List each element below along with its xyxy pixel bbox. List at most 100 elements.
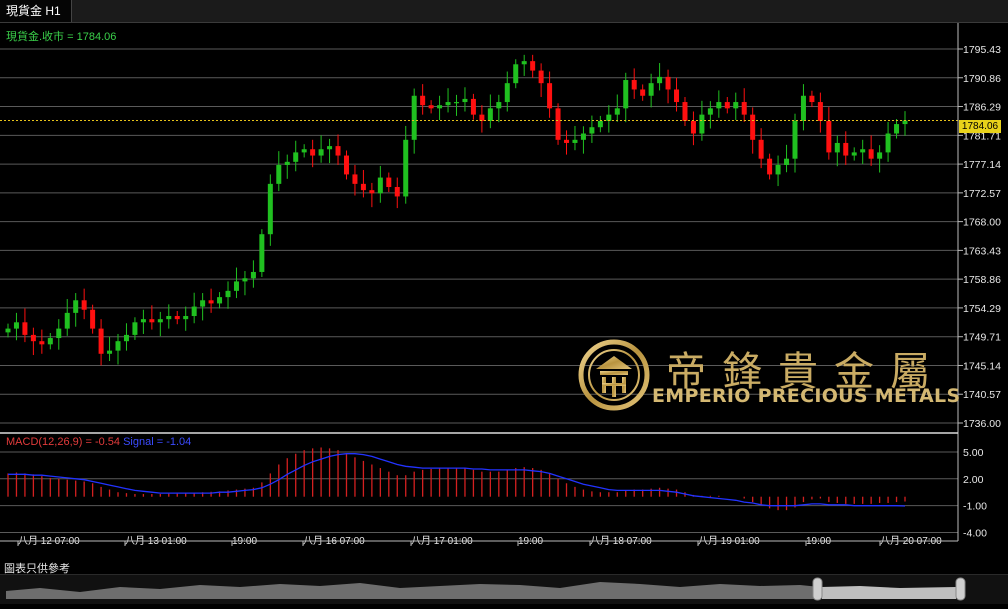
navigator-overview[interactable]: [0, 575, 1008, 604]
candle: [640, 84, 646, 101]
candle: [174, 310, 180, 325]
candle: [513, 59, 519, 89]
macd-legend: MACD(12,26,9) = -0.54 Signal = -1.04: [6, 436, 191, 448]
macd-tick-label: 5.00: [963, 447, 984, 459]
candle: [140, 309, 146, 334]
candle: [5, 323, 11, 338]
candle: [834, 135, 840, 167]
candle: [208, 288, 214, 313]
candle: [369, 182, 375, 208]
candle: [665, 69, 671, 104]
candle: [445, 88, 451, 113]
candle: [496, 94, 502, 123]
candle: [39, 329, 45, 354]
price-tick-label: 1763.43: [963, 245, 1001, 257]
candle: [648, 73, 654, 108]
candle: [437, 95, 443, 120]
candle: [411, 88, 417, 154]
candle: [564, 130, 570, 155]
navigator-right-handle[interactable]: [955, 577, 966, 601]
candle: [750, 107, 756, 154]
candle: [183, 306, 189, 331]
candle: [462, 87, 468, 112]
candle: [343, 150, 349, 180]
price-tick-label: 1749.71: [963, 332, 1001, 344]
candle: [318, 135, 324, 163]
candle: [851, 147, 857, 161]
candle: [73, 293, 79, 327]
candle: [284, 154, 290, 179]
candle: [335, 134, 341, 165]
candle: [394, 177, 400, 209]
candle: [13, 312, 19, 341]
candle: [547, 71, 553, 118]
candle: [741, 88, 747, 122]
candle: [623, 72, 629, 123]
candle: [877, 145, 883, 173]
navigator-left-handle[interactable]: [812, 577, 823, 601]
candle: [259, 229, 265, 277]
candle: [90, 304, 96, 334]
candle: [470, 93, 476, 120]
candle: [800, 84, 806, 131]
macd-legend-value: MACD(12,26,9) = -0.54: [6, 436, 121, 448]
price-tick-label: 1772.57: [963, 188, 1001, 200]
price-tick-label: 1786.29: [963, 102, 1001, 114]
chart-navigator[interactable]: [0, 574, 1008, 604]
candle: [123, 323, 129, 351]
price-tick-label: 1736.00: [963, 418, 1001, 430]
candle: [690, 111, 696, 146]
signal-legend-value: Signal = -1.04: [123, 436, 192, 448]
price-tick-label: 1754.29: [963, 303, 1001, 315]
candle: [843, 131, 849, 165]
candle: [733, 92, 739, 120]
price-tick-label: 1740.57: [963, 389, 1001, 401]
candle: [98, 319, 104, 366]
macd-tick-label: -1.00: [963, 501, 987, 513]
price-tick-label: 1768.00: [963, 217, 1001, 229]
candle: [81, 288, 87, 320]
candle: [538, 63, 544, 98]
candle: [217, 292, 223, 309]
candle: [487, 94, 493, 129]
candle: [530, 54, 536, 78]
candle: [572, 125, 578, 151]
macd-tick-label: 2.00: [963, 474, 984, 486]
candle: [56, 319, 62, 350]
candle: [614, 94, 620, 122]
price-tick-label: 1758.86: [963, 274, 1001, 286]
candle: [826, 107, 832, 160]
candle: [479, 105, 485, 133]
candle: [809, 90, 815, 108]
macd-tick-label: -4.00: [963, 528, 987, 540]
candle: [386, 172, 392, 193]
candle: [902, 111, 908, 136]
candle: [724, 97, 730, 114]
candle: [521, 54, 527, 76]
candle: [200, 293, 206, 321]
tab-bar: 現貨金 H1: [0, 0, 1008, 23]
candle: [606, 105, 612, 133]
candle: [242, 271, 248, 296]
candle: [580, 126, 586, 154]
candle: [716, 90, 722, 118]
price-tick-label: 1777.14: [963, 159, 1001, 171]
candle: [233, 267, 239, 299]
candle: [784, 144, 790, 173]
candle: [707, 101, 713, 129]
candle: [310, 139, 316, 168]
candle: [555, 103, 561, 145]
chart-area[interactable]: 1795.431790.861786.291781.711777.141772.…: [0, 23, 1008, 553]
price-tick-label: 1790.86: [963, 73, 1001, 85]
tab-chart-gold-h1[interactable]: 現貨金 H1: [0, 0, 72, 22]
candle: [293, 140, 299, 172]
candle: [64, 299, 70, 336]
candle: [267, 174, 273, 246]
candle: [631, 68, 637, 99]
candle: [276, 151, 282, 192]
candle: [115, 333, 121, 365]
candle: [657, 63, 663, 91]
candle: [767, 153, 773, 180]
candle: [191, 292, 197, 324]
candle: [682, 97, 688, 126]
